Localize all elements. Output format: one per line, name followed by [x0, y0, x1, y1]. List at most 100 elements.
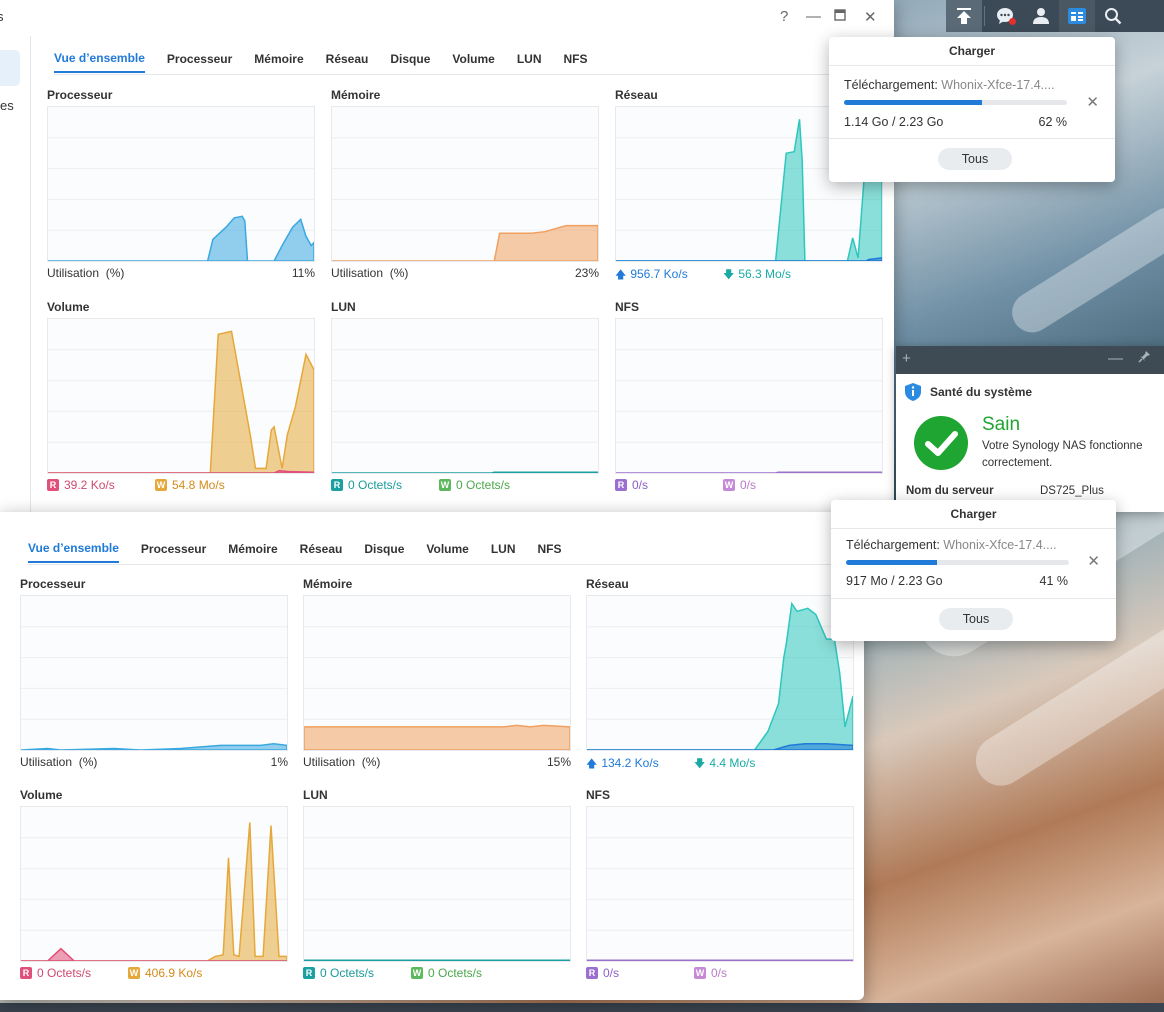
tab-6[interactable]: LUN [491, 536, 516, 562]
show-all-button[interactable]: Tous [938, 148, 1012, 170]
tab-bar: Vue d’ensemble Processeur Mémoire Réseau Dis… [28, 534, 854, 565]
show-all-button[interactable]: Tous [939, 608, 1013, 630]
series-area-0 [21, 822, 287, 961]
sidebar-selected-item[interactable] [0, 50, 20, 86]
sidebar-item-label[interactable]: es [0, 98, 14, 113]
minimize-icon[interactable]: — [806, 8, 821, 25]
notifications-icon[interactable] [987, 0, 1023, 32]
memory-usage-value: 15% [546, 755, 571, 769]
series-area-0 [48, 330, 314, 473]
read-badge: R [47, 479, 59, 491]
nfs-read-value: R 0/s [586, 966, 619, 980]
lun-write-value: W0 Octets/s [411, 966, 483, 980]
network-download-value: 🡇 56.3 Mo/s [723, 267, 792, 281]
volume-read-value: R 39.2 Ko/s [47, 478, 115, 492]
lun-write-value: W0 Octets/s [439, 478, 511, 492]
notification-badge [1009, 18, 1016, 25]
cpu-chart [47, 106, 315, 262]
volume-chart [47, 318, 315, 474]
cpu-panel: Processeur Utilisation (%) 11% [47, 88, 315, 284]
memory-chart [331, 106, 599, 262]
download-filename: Whonix-Xfce-17.4.... [943, 538, 1057, 552]
download-label: Téléchargement: Whonix-Xfce-17.4.... [844, 78, 1055, 92]
read-badge: R [615, 479, 627, 491]
panel-title: Réseau [586, 577, 629, 591]
volume-write-value: W 54.8 Mo/s [155, 478, 225, 492]
resource-monitor-icon[interactable] [1059, 0, 1095, 32]
upload-icon[interactable] [946, 0, 982, 32]
tab-2[interactable]: Mémoire [228, 536, 277, 562]
resource-monitor-window: s ? — ✕ es Vue d’ensemble Processeur Mémoi… [0, 0, 894, 512]
tab-4[interactable]: Disque [390, 46, 430, 72]
pin-icon[interactable] [1138, 350, 1151, 367]
lun-panel: LUN R0 Octets/s W0 Octets/s [303, 788, 571, 984]
upload-popup-title: Charger [829, 37, 1115, 66]
download-progress-bar [846, 560, 1069, 565]
download-size: 917 Mo / 2.23 Go [846, 574, 943, 588]
cancel-download-icon[interactable]: ✕ [1086, 93, 1099, 111]
maximize-icon[interactable] [834, 8, 846, 25]
nfs-panel: NFS R 0/s W 0/s [615, 300, 883, 496]
nfs-write-value: W 0/s [723, 478, 757, 492]
divider [829, 138, 1115, 139]
cancel-download-icon[interactable]: ✕ [1087, 552, 1100, 570]
series-area-0 [332, 471, 598, 473]
user-icon[interactable] [1023, 0, 1059, 32]
lun-legend: R0 Octets/s W0 Octets/s [303, 966, 571, 984]
cpu-usage-label: Utilisation (%) [47, 266, 125, 280]
nfs-panel: NFS R 0/s W 0/s [586, 788, 854, 984]
search-icon[interactable] [1095, 0, 1131, 32]
series-area-0 [21, 743, 287, 750]
info-shield-icon [905, 383, 921, 401]
tab-6[interactable]: LUN [517, 46, 542, 72]
memory-panel: Mémoire Utilisation (%) 15% [303, 577, 571, 773]
panel-title: Processeur [47, 88, 113, 102]
read-badge: R [20, 967, 32, 979]
tab-7[interactable]: NFS [538, 536, 562, 562]
network-chart [586, 595, 854, 751]
nfs-legend: R 0/s W 0/s [615, 478, 883, 496]
taskbar-separator [984, 6, 985, 26]
download-progress-bar [844, 100, 1067, 105]
download-filename: Whonix-Xfce-17.4.... [941, 78, 1055, 92]
series-area-0 [587, 601, 853, 750]
upload-popup: Charger Téléchargement: Whonix-Xfce-17.4… [829, 37, 1115, 182]
help-icon[interactable]: ? [780, 8, 788, 25]
tab-2[interactable]: Mémoire [254, 46, 303, 72]
cpu-usage-label: Utilisation (%) [20, 755, 98, 769]
window-titlebar: s ? — ✕ [0, 0, 894, 36]
tab-1[interactable]: Processeur [167, 46, 232, 72]
cpu-legend: Utilisation (%) 11% [47, 266, 315, 284]
network-upload-value: 🡅 134.2 Ko/s [586, 756, 659, 770]
tab-4[interactable]: Disque [364, 536, 404, 562]
nfs-chart [615, 318, 883, 474]
tab-3[interactable]: Réseau [326, 46, 369, 72]
tab-0[interactable]: Vue d’ensemble [54, 45, 145, 73]
download-progress-fill [844, 100, 983, 105]
add-widget-icon[interactable]: + [902, 350, 911, 367]
series-area-1 [616, 257, 882, 261]
tab-5[interactable]: Volume [426, 536, 468, 562]
tab-1[interactable]: Processeur [141, 536, 206, 562]
tab-7[interactable]: NFS [564, 46, 588, 72]
close-icon[interactable]: ✕ [864, 8, 877, 26]
tab-3[interactable]: Réseau [300, 536, 343, 562]
read-badge: R [586, 967, 598, 979]
panel-title: NFS [615, 300, 639, 314]
cpu-chart [20, 595, 288, 751]
nfs-write-value: W 0/s [694, 966, 728, 980]
tab-0[interactable]: Vue d’ensemble [28, 535, 119, 563]
memory-usage-label: Utilisation (%) [331, 266, 409, 280]
cpu-legend: Utilisation (%) 1% [20, 755, 288, 773]
tab-5[interactable]: Volume [452, 46, 494, 72]
cpu-usage-value: 11% [291, 266, 315, 280]
widget-toolbar: + — [896, 346, 1164, 374]
top-taskbar [946, 0, 1164, 32]
volume-write-value: W 406.9 Ko/s [128, 966, 203, 980]
lun-chart [303, 806, 571, 962]
health-status: Sain [982, 414, 1021, 435]
series-area-0 [304, 959, 570, 961]
minimize-widget-icon[interactable]: — [1108, 350, 1123, 367]
network-panel: Réseau 🡅 134.2 Ko/s 🡇 4.4 Mo/s [586, 577, 854, 773]
nfs-chart [586, 806, 854, 962]
